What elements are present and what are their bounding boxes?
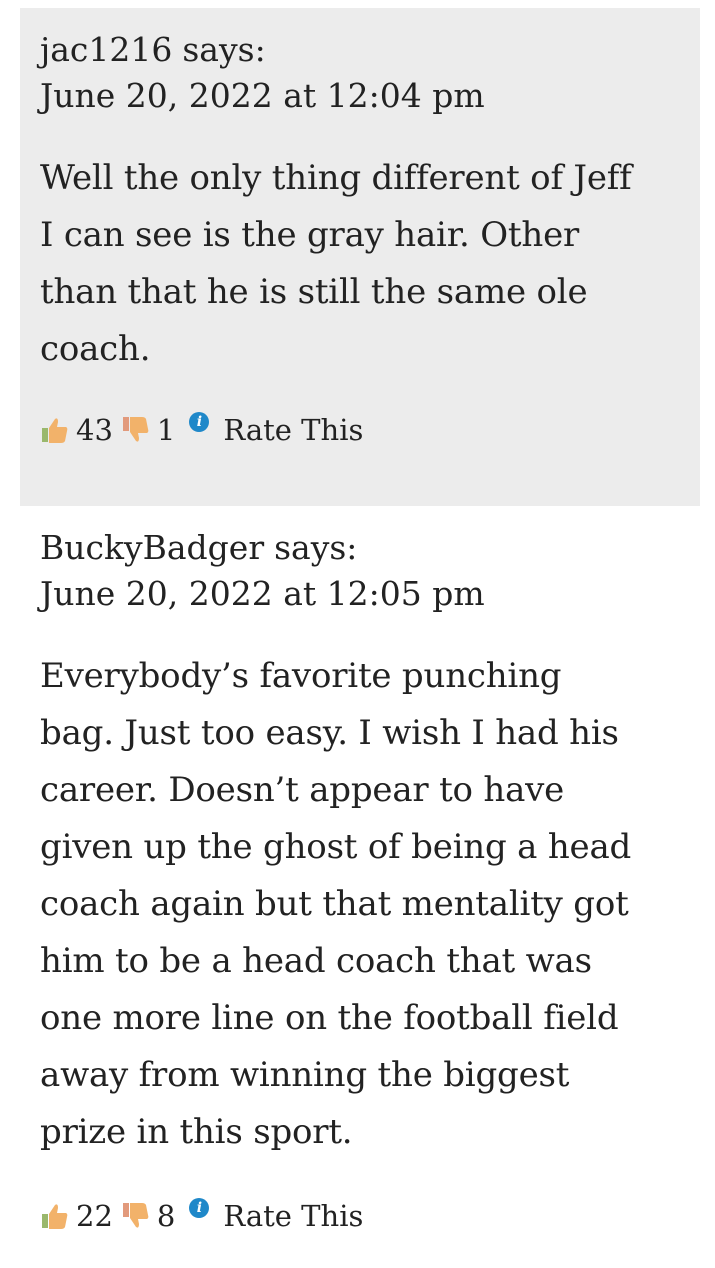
rating-bar: 22 8 i Rate This <box>40 1194 680 1238</box>
comment-body-line: career. Doesn’t appear to have <box>40 770 565 810</box>
like-count: 43 <box>76 413 113 447</box>
comment-jac1216: jac1216 says: June 20, 2022 at 12:04 pm W… <box>20 8 700 506</box>
rating-bar: 43 1 i Rate This <box>40 408 680 452</box>
comment-body-line: him to be a head coach that was <box>40 941 592 981</box>
thumbs-down-icon[interactable] <box>121 415 151 445</box>
comment-body-line: Everybody’s favorite punching <box>40 656 562 696</box>
says-label: says: <box>274 528 358 567</box>
says-label: says: <box>182 30 266 69</box>
comment-body-line: coach again but that mentality got <box>40 884 629 924</box>
info-icon[interactable]: i <box>189 1198 210 1218</box>
comment-body-line: coach. <box>40 329 151 369</box>
dislike-count: 1 <box>156 413 176 447</box>
comment-body: Everybody’s favorite punching bag. Just … <box>40 648 680 1161</box>
comment-author[interactable]: BuckyBadger <box>40 528 264 567</box>
comment-meta: BuckyBadger says: June 20, 2022 at 12:05 … <box>40 525 680 617</box>
comment-date[interactable]: June 20, 2022 at 12:04 pm <box>40 73 680 119</box>
comment-body-line: I can see is the gray hair. Other <box>40 215 580 255</box>
comment-body-line: Well the only thing different of Jeff <box>40 158 632 198</box>
comment-author[interactable]: jac1216 <box>40 30 172 69</box>
comment-body: Well the only thing different of Jeff I … <box>40 150 680 378</box>
thumbs-down-icon[interactable] <box>121 1201 151 1231</box>
comment-date[interactable]: June 20, 2022 at 12:05 pm <box>40 571 680 617</box>
comment-body-line: given up the ghost of being a head <box>40 827 632 867</box>
comment-body-line: one more line on the football field <box>40 998 619 1038</box>
comment-body-line: away from winning the biggest <box>40 1055 570 1095</box>
comment-meta: jac1216 says: June 20, 2022 at 12:04 pm <box>40 27 680 119</box>
thumbs-up-icon[interactable] <box>40 415 70 445</box>
comment-body-line: bag. Just too easy. I wish I had his <box>40 713 619 753</box>
rate-this-link[interactable]: Rate This <box>223 1199 363 1233</box>
comment-body-line: prize in this sport. <box>40 1112 353 1152</box>
rate-this-link[interactable]: Rate This <box>223 413 363 447</box>
like-count: 22 <box>76 1199 113 1233</box>
comment-body-line: than that he is still the same ole <box>40 272 588 312</box>
comment-buckybadger: BuckyBadger says: June 20, 2022 at 12:05 … <box>20 506 700 1268</box>
info-icon[interactable]: i <box>189 412 210 432</box>
thumbs-up-icon[interactable] <box>40 1201 70 1231</box>
dislike-count: 8 <box>156 1199 176 1233</box>
